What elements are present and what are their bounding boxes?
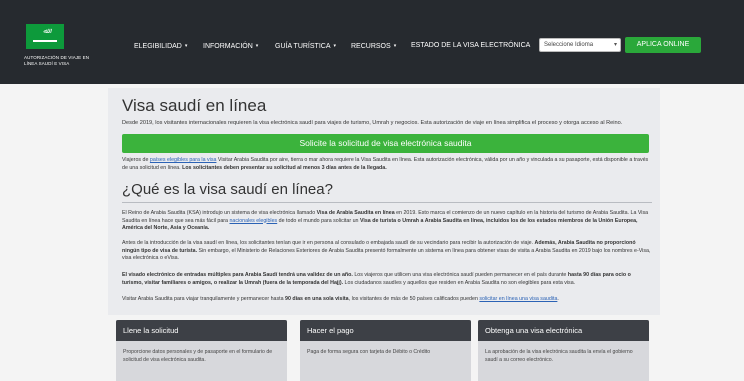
divider bbox=[122, 202, 652, 203]
nav-item-recursos[interactable]: RECURSOS ▾ bbox=[351, 40, 396, 52]
logo-script-mark: ﷲ bbox=[42, 27, 48, 35]
chevron-down-icon: ▾ bbox=[184, 43, 188, 49]
text-span: de todo el mundo para solicitar un bbox=[277, 217, 360, 224]
card-title: Hacer el pago bbox=[300, 320, 471, 341]
site-header: ﷲ AUTORIZACIÓN DE VIAJE EN LÍNEA SAUDÍ E… bbox=[0, 0, 744, 84]
bold-text: Los solicitantes deben presentar su soli… bbox=[182, 164, 387, 171]
logo-sword-mark bbox=[33, 40, 57, 42]
paragraph-2: Antes de la introducción de la visa saud… bbox=[122, 240, 652, 263]
card-body: La aprobación de la visa electrónica sau… bbox=[485, 349, 633, 363]
card-title: Obtenga una visa electrónica bbox=[478, 320, 649, 341]
nav-item-guia-turistica[interactable]: GUÍA TURÍSTICA ▾ bbox=[275, 40, 336, 52]
paragraph-4: Visitar Arabia Saudita para viajar tranq… bbox=[122, 296, 652, 304]
chevron-down-icon: ▾ bbox=[393, 43, 397, 49]
apply-online-button[interactable]: APLICA ONLINE bbox=[625, 37, 701, 53]
nav-label: RECURSOS bbox=[351, 42, 391, 50]
page-title: Visa saudí en línea bbox=[122, 96, 267, 115]
nav-item-informacion[interactable]: INFORMACIÓN ▾ bbox=[203, 40, 258, 52]
language-select[interactable]: Seleccione Idioma ▾ bbox=[539, 38, 621, 52]
nav-label: INFORMACIÓN bbox=[203, 42, 253, 50]
text-span: Visitar Arabia Saudita para viajar tranq… bbox=[122, 296, 286, 302]
text-span: El Reino de Arabia Saudita (KSA) introdu… bbox=[122, 210, 317, 216]
main-content: Visa saudí en línea Desde 2019, los visi… bbox=[108, 88, 660, 315]
text-span: Viajeros de bbox=[122, 157, 150, 163]
eligible-nationals-link[interactable]: nacionales elegibles bbox=[229, 218, 277, 224]
card-body: Paga de forma segura con tarjeta de Débi… bbox=[307, 349, 431, 355]
card-title: Llene la solicitud bbox=[116, 320, 287, 341]
apply-visa-button[interactable]: Solicite la solicitud de visa electrónic… bbox=[122, 134, 649, 153]
text-span: Los viajeros que utilicen una visa elect… bbox=[352, 272, 568, 278]
nav-label: ESTADO DE LA VISA ELECTRÓNICA bbox=[411, 42, 531, 49]
travel-paragraph: Viajeros de países elegibles para la vis… bbox=[122, 157, 652, 172]
bold-text: Visa de Arabia Saudita en línea bbox=[316, 210, 395, 216]
nav-label: GUÍA TURÍSTICA bbox=[275, 42, 331, 50]
paragraph-1: El Reino de Arabia Saudita (KSA) introdu… bbox=[122, 210, 652, 233]
bold-text: 90 días en una sola visita bbox=[285, 296, 349, 302]
intro-text: Desde 2019, los visitantes internacional… bbox=[122, 120, 623, 126]
text-span: Los ciudadanos saudíes y aquellos que re… bbox=[343, 279, 576, 286]
card-body: Proporcione datos personales y de pasapo… bbox=[123, 349, 273, 363]
step-card-payment[interactable]: Hacer el pago Paga de forma segura con t… bbox=[300, 320, 471, 381]
chevron-down-icon: ▾ bbox=[613, 42, 617, 48]
text-span: . bbox=[557, 296, 559, 302]
nav-item-elegibilidad[interactable]: ELEGIBILIDAD ▾ bbox=[134, 40, 187, 52]
language-select-value: Seleccione Idioma bbox=[544, 42, 594, 48]
text-span: Antes de la introducción de la visa saud… bbox=[122, 240, 535, 246]
paragraph-3: El visado electrónico de entradas múltip… bbox=[122, 272, 652, 287]
step-card-get-evisa[interactable]: Obtenga una visa electrónica La aprobaci… bbox=[478, 320, 649, 381]
bold-text: El visado electrónico de entradas múltip… bbox=[122, 272, 353, 278]
text-span: , los visitantes de más de 50 países cal… bbox=[348, 296, 480, 302]
chevron-down-icon: ▾ bbox=[255, 43, 259, 49]
saudi-flag-logo[interactable]: ﷲ bbox=[26, 24, 64, 49]
nav-label: ELEGIBILIDAD bbox=[134, 42, 182, 50]
eligible-countries-link[interactable]: países elegibles para la visa bbox=[150, 157, 217, 163]
step-card-fill-form[interactable]: Llene la solicitud Proporcione datos per… bbox=[116, 320, 287, 381]
apply-online-link[interactable]: solicitar en línea una visa saudita bbox=[479, 296, 557, 302]
section-title: ¿Qué es la visa saudí en línea? bbox=[122, 181, 333, 198]
text-span: Sin embargo, el Ministerio de Relaciones… bbox=[122, 247, 651, 262]
chevron-down-icon: ▾ bbox=[333, 43, 337, 49]
logo-text: AUTORIZACIÓN DE VIAJE EN LÍNEA SAUDÍ E V… bbox=[24, 55, 90, 66]
nav-item-estado-visa[interactable]: ESTADO DE LA VISA ELECTRÓNICA bbox=[411, 40, 530, 52]
